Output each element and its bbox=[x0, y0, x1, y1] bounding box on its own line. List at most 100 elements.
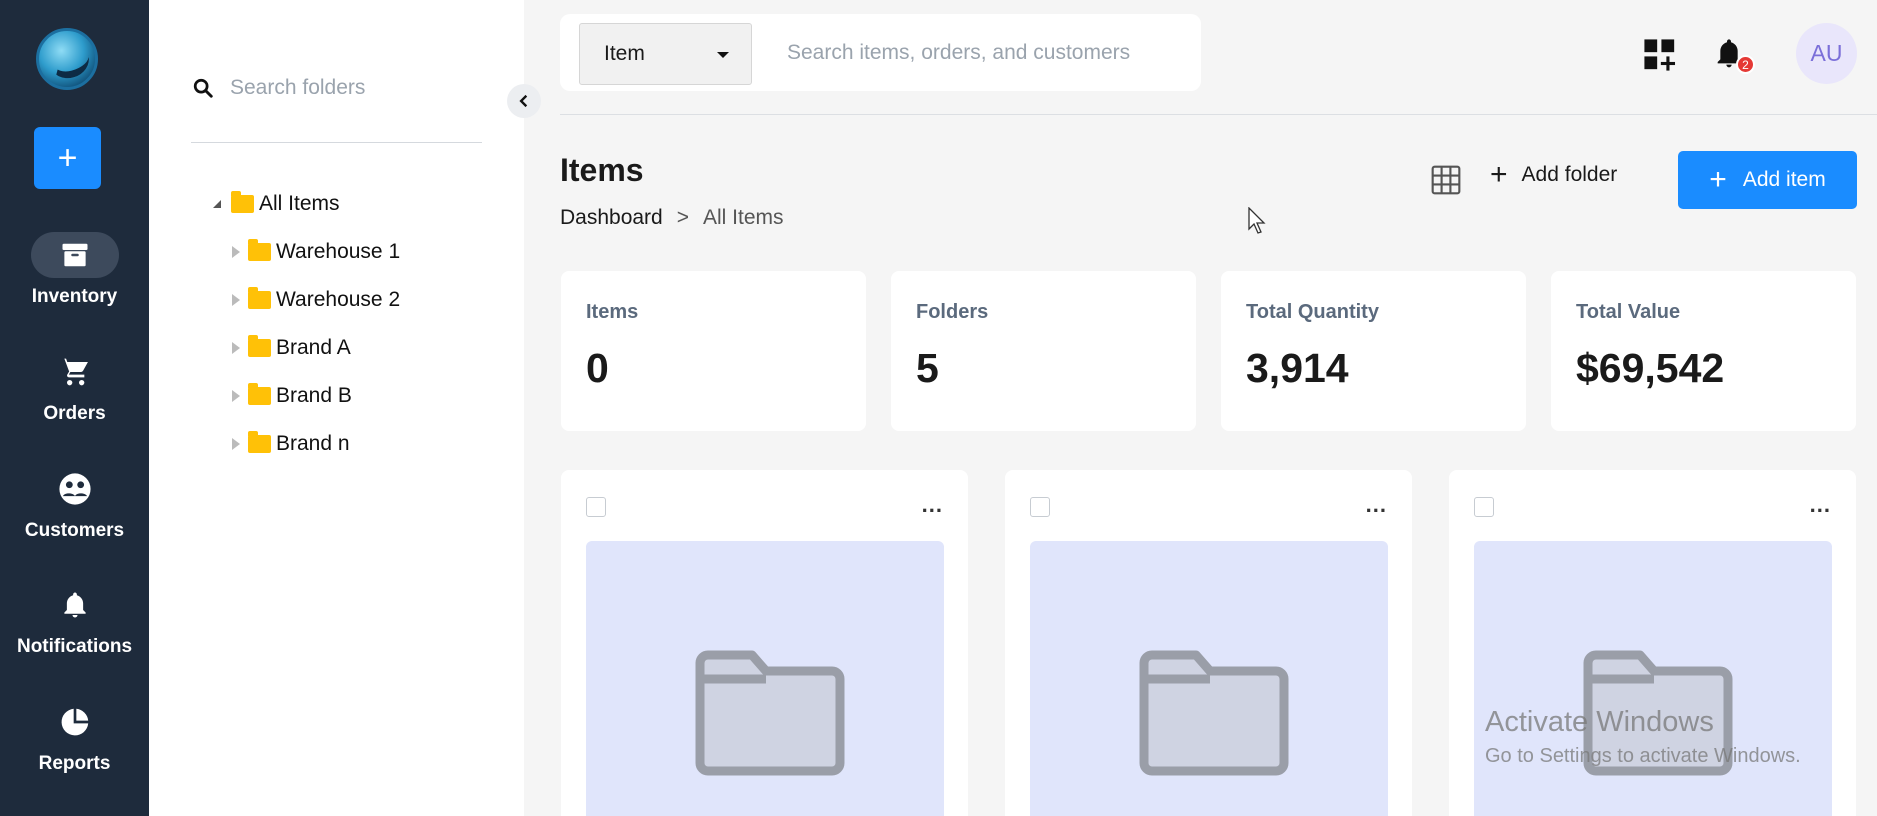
caret-down-icon bbox=[717, 52, 729, 58]
watermark-title: Activate Windows bbox=[1485, 706, 1714, 738]
expand-toggle-icon[interactable] bbox=[232, 294, 240, 306]
divider bbox=[191, 142, 482, 143]
activation-watermark: Activate Windows Go to Settings to activ… bbox=[1485, 706, 1801, 768]
expand-toggle-icon[interactable] bbox=[232, 390, 240, 402]
folder-icon bbox=[248, 383, 271, 405]
folder-icon bbox=[1139, 650, 1289, 776]
user-avatar[interactable]: AU bbox=[1796, 23, 1857, 84]
tree-item-brand-n[interactable]: Brand n bbox=[232, 431, 350, 456]
archive-icon bbox=[30, 232, 119, 278]
tree-item-all-items[interactable]: All Items bbox=[213, 191, 340, 216]
stat-value: 3,914 bbox=[1246, 345, 1349, 391]
stat-card-total-value: Total Value $69,542 bbox=[1551, 271, 1856, 431]
folder-icon bbox=[248, 287, 271, 309]
grid-plus-icon bbox=[1644, 39, 1676, 71]
plus-icon: + bbox=[1709, 163, 1727, 196]
stat-value: 5 bbox=[916, 345, 939, 391]
more-options-button[interactable]: ... bbox=[1366, 492, 1387, 518]
page-title: Items bbox=[560, 152, 644, 188]
tree-item-label: Brand B bbox=[276, 384, 352, 407]
folder-icon bbox=[695, 650, 845, 776]
tree-item-label: Brand A bbox=[276, 336, 351, 359]
stat-label: Items bbox=[586, 301, 639, 323]
folder-thumbnail[interactable] bbox=[1474, 541, 1832, 816]
expand-toggle-icon[interactable] bbox=[232, 342, 240, 354]
chevron-left-icon bbox=[519, 94, 528, 108]
folder-card[interactable]: ... bbox=[561, 470, 968, 816]
folder-search[interactable]: Search folders bbox=[192, 68, 482, 108]
grid-view-icon bbox=[1431, 165, 1461, 195]
global-search: Item Search items, orders, and customers bbox=[560, 14, 1201, 91]
folder-icon bbox=[231, 191, 254, 213]
stat-label: Folders bbox=[916, 301, 989, 323]
search-scope-select[interactable]: Item bbox=[579, 23, 752, 85]
folder-icon bbox=[248, 431, 271, 453]
stat-value: $69,542 bbox=[1576, 345, 1725, 391]
main-nav: + Inventory Orders Customers Notificatio… bbox=[0, 0, 149, 816]
tree-item-warehouse-2[interactable]: Warehouse 2 bbox=[232, 287, 401, 312]
search-input[interactable]: Search items, orders, and customers bbox=[787, 41, 1130, 65]
tree-item-label: Warehouse 1 bbox=[276, 240, 401, 263]
stat-card-items: Items 0 bbox=[561, 271, 866, 431]
stat-label: Total Value bbox=[1576, 301, 1681, 323]
mouse-cursor-icon bbox=[1248, 207, 1266, 234]
search-scope-value: Item bbox=[604, 42, 645, 65]
folder-icon bbox=[248, 239, 271, 261]
plus-icon: + bbox=[1490, 158, 1508, 191]
stat-label: Total Quantity bbox=[1246, 301, 1379, 323]
nav-label: Notifications bbox=[16, 636, 133, 657]
add-folder-button[interactable]: + Add folder bbox=[1490, 160, 1617, 190]
nav-label: Orders bbox=[43, 403, 106, 424]
add-widget-button[interactable] bbox=[1643, 38, 1677, 77]
nav-notifications[interactable]: Notifications bbox=[0, 582, 149, 658]
nav-orders[interactable]: Orders bbox=[0, 349, 149, 425]
tree-item-label: Warehouse 2 bbox=[276, 288, 401, 311]
nav-label: Customers bbox=[24, 520, 125, 541]
nav-reports[interactable]: Reports bbox=[0, 699, 149, 775]
select-checkbox[interactable] bbox=[1474, 497, 1494, 517]
watermark-subtitle: Go to Settings to activate Windows. bbox=[1485, 745, 1801, 767]
stat-card-total-quantity: Total Quantity 3,914 bbox=[1221, 271, 1526, 431]
notification-count-badge: 2 bbox=[1736, 55, 1755, 74]
folder-card[interactable]: ... bbox=[1005, 470, 1412, 816]
select-checkbox[interactable] bbox=[586, 497, 606, 517]
select-checkbox[interactable] bbox=[1030, 497, 1050, 517]
nav-label: Inventory bbox=[31, 286, 118, 307]
bell-icon bbox=[31, 582, 119, 628]
pie-chart-icon bbox=[31, 699, 119, 745]
folder-thumbnail[interactable] bbox=[586, 541, 944, 816]
app-logo[interactable] bbox=[36, 28, 98, 90]
stat-value: 0 bbox=[586, 345, 609, 391]
customers-icon bbox=[31, 466, 119, 512]
folder-search-placeholder: Search folders bbox=[230, 76, 366, 99]
quick-add-button[interactable]: + bbox=[34, 127, 101, 189]
folder-icon bbox=[248, 335, 271, 357]
more-options-button[interactable]: ... bbox=[1810, 492, 1831, 518]
collapse-panel-button[interactable] bbox=[507, 84, 541, 118]
nav-customers[interactable]: Customers bbox=[0, 466, 149, 542]
stat-card-folders: Folders 5 bbox=[891, 271, 1196, 431]
divider bbox=[560, 114, 1877, 115]
search-icon bbox=[193, 78, 213, 98]
add-item-label: Add item bbox=[1742, 168, 1826, 191]
add-folder-label: Add folder bbox=[1521, 163, 1618, 186]
folder-thumbnail[interactable] bbox=[1030, 541, 1388, 816]
more-options-button[interactable]: ... bbox=[922, 492, 943, 518]
expand-toggle-icon[interactable] bbox=[232, 246, 240, 258]
expand-toggle-icon[interactable] bbox=[232, 438, 240, 450]
breadcrumb-dashboard[interactable]: Dashboard bbox=[560, 206, 663, 230]
expand-toggle-icon[interactable] bbox=[213, 200, 221, 208]
tree-item-label: All Items bbox=[259, 192, 340, 215]
nav-label: Reports bbox=[38, 753, 111, 774]
tree-item-brand-b[interactable]: Brand B bbox=[232, 383, 352, 408]
add-item-button[interactable]: + Add item bbox=[1678, 151, 1857, 209]
grid-view-button[interactable] bbox=[1430, 164, 1462, 201]
tree-item-brand-a[interactable]: Brand A bbox=[232, 335, 351, 360]
breadcrumb-current: All Items bbox=[703, 206, 784, 229]
folder-panel: Search folders All Items Warehouse 1 War… bbox=[149, 0, 524, 816]
breadcrumb-separator: > bbox=[676, 206, 689, 229]
tree-item-label: Brand n bbox=[276, 432, 350, 455]
tree-item-warehouse-1[interactable]: Warehouse 1 bbox=[232, 239, 401, 264]
cart-icon bbox=[31, 349, 119, 395]
nav-inventory[interactable]: Inventory bbox=[0, 232, 149, 308]
